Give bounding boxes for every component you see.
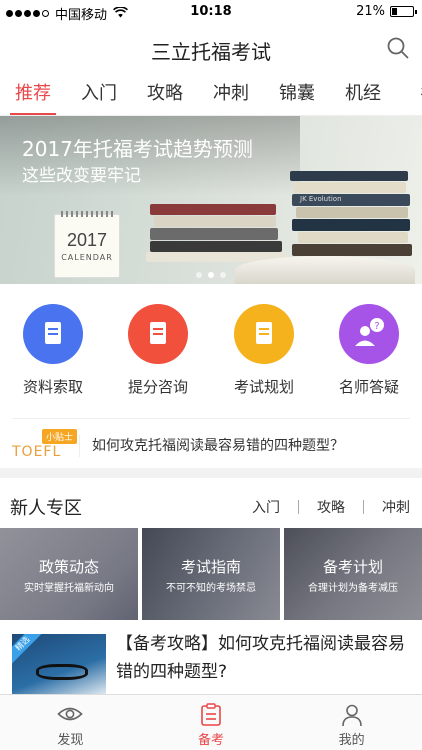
- link-sprint[interactable]: 冲刺: [382, 497, 410, 517]
- quick-actions: 资料索取 提分咨询 考试规划 ? 名师答疑: [0, 284, 422, 408]
- nav-label: 我的: [338, 733, 365, 748]
- card-title: 考试指南: [180, 558, 241, 576]
- featured-badge: 精选: [12, 634, 45, 666]
- calendar-image: 2017 CALENDAR: [54, 211, 120, 278]
- divider: [79, 435, 80, 457]
- banner-title: 2017年托福考试趋势预测: [22, 137, 253, 161]
- card-guide[interactable]: 考试指南 不可不知的考场禁忌: [142, 528, 280, 620]
- divider: [298, 500, 299, 514]
- svg-text:?: ?: [374, 321, 379, 332]
- section-gap: [0, 468, 422, 478]
- quick-action-materials[interactable]: 资料索取: [3, 304, 103, 397]
- nav-mine[interactable]: 我的: [281, 695, 422, 750]
- toefl-logo: TOEFL: [12, 444, 62, 460]
- nav-label: 备考: [198, 733, 225, 748]
- article-title: 【备考攻略】如何攻克托福阅读最容易错的四种题型?: [116, 634, 405, 682]
- calendar-year: 2017: [66, 230, 108, 250]
- tab-sprint[interactable]: 冲刺: [198, 72, 264, 115]
- link-intro[interactable]: 入门: [252, 497, 280, 517]
- search-icon[interactable]: [386, 36, 410, 60]
- quick-action-label: 资料索取: [22, 378, 83, 396]
- tab-intro[interactable]: 入门: [66, 72, 132, 115]
- person-icon: [341, 704, 362, 727]
- tab-tips[interactable]: 锦囊: [264, 72, 330, 115]
- card-title: 备考计划: [322, 558, 383, 576]
- card-subtitle: 实时掌握托福新动向: [24, 583, 114, 594]
- card-plan[interactable]: 备考计划 合理计划为备考减压: [284, 528, 422, 620]
- quick-action-qa[interactable]: ? 名师答疑: [319, 304, 419, 397]
- nav-prepare[interactable]: 备考: [141, 695, 282, 750]
- newbie-cards: 政策动态 实时掌握托福新动向 考试指南 不可不知的考场禁忌 备考计划 合理计划为…: [0, 528, 422, 620]
- tab-more[interactable]: 名: [396, 72, 422, 115]
- app-header: 三立托福考试: [0, 24, 422, 72]
- document-icon: [23, 304, 83, 364]
- card-policy[interactable]: 政策动态 实时掌握托福新动向: [0, 528, 138, 620]
- article-thumbnail: 精选: [12, 634, 106, 694]
- nav-discover[interactable]: 发现: [0, 695, 141, 750]
- quick-action-plan[interactable]: 考试规划: [214, 304, 314, 397]
- page-title: 三立托福考试: [151, 40, 271, 64]
- banner-carousel[interactable]: 2017年托福考试趋势预测 这些改变要牢记 2017 CALENDAR JK E…: [0, 116, 422, 284]
- article-item[interactable]: 精选 【备考攻略】如何攻克托福阅读最容易错的四种题型?: [0, 620, 422, 694]
- card-subtitle: 不可不知的考场禁忌: [166, 583, 256, 594]
- section-title: 新人专区: [10, 498, 82, 519]
- tips-row[interactable]: 小贴士 TOEFL 如何攻克托福阅读最容易错的四种题型？: [12, 418, 410, 464]
- banner-subtitle: 这些改变要牢记: [22, 166, 141, 186]
- card-subtitle: 合理计划为备考减压: [308, 583, 398, 594]
- battery-icon: [390, 6, 417, 17]
- book-spine-label: JK Evolution: [300, 195, 342, 203]
- newbie-links: 入门 攻略 冲刺: [252, 497, 410, 517]
- calendar-word: CALENDAR: [61, 253, 113, 262]
- category-tabs: 推荐 入门 攻略 冲刺 锦囊 机经 名: [0, 72, 422, 116]
- battery-percent: 21%: [356, 4, 385, 19]
- quick-action-label: 考试规划: [233, 378, 294, 396]
- tab-strategy[interactable]: 攻略: [132, 72, 198, 115]
- tips-badge: 小贴士: [42, 429, 78, 444]
- divider: [363, 500, 364, 514]
- quick-action-label: 名师答疑: [338, 378, 399, 396]
- link-strategy[interactable]: 攻略: [317, 497, 345, 517]
- consult-icon: [128, 304, 188, 364]
- eye-icon: [57, 707, 83, 721]
- plan-icon: [234, 304, 294, 364]
- clipboard-icon: [201, 703, 221, 726]
- status-right: 21%: [356, 4, 417, 19]
- newbie-section-header: 新人专区 入门 攻略 冲刺: [0, 478, 422, 528]
- nav-label: 发现: [57, 733, 84, 748]
- card-title: 政策动态: [38, 558, 99, 576]
- status-bar: 中国移动 10:18 21%: [0, 0, 422, 24]
- tab-past-exams[interactable]: 机经: [330, 72, 396, 115]
- qa-icon: ?: [339, 304, 399, 364]
- quick-action-consult[interactable]: 提分咨询: [108, 304, 208, 397]
- carousel-indicator: [0, 272, 422, 278]
- tips-text: 如何攻克托福阅读最容易错的四种题型？: [92, 438, 344, 454]
- tab-recommend[interactable]: 推荐: [0, 72, 66, 115]
- quick-action-label: 提分咨询: [127, 378, 188, 396]
- glasses-image: [36, 664, 88, 680]
- bottom-nav: 发现 备考 我的: [0, 694, 422, 750]
